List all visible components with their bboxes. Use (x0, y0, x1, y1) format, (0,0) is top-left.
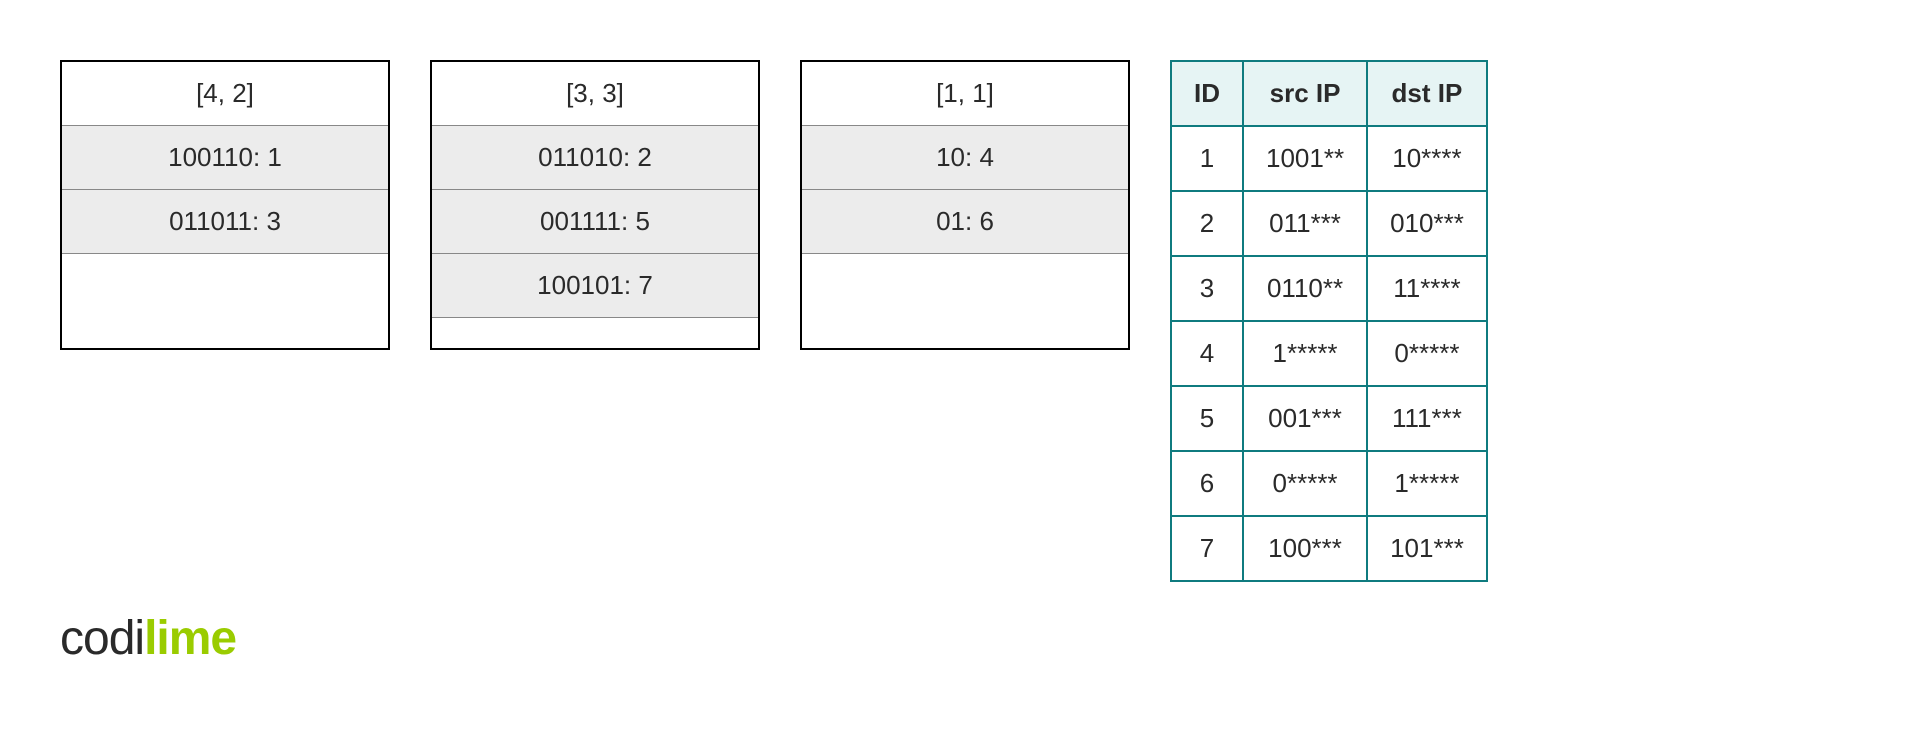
bucket-empty (62, 254, 388, 348)
bucket-row: 011010: 2 (432, 126, 758, 190)
cell-src: 100*** (1243, 516, 1367, 581)
bucket-row: 10: 4 (802, 126, 1128, 190)
table-row: 6 0***** 1***** (1171, 451, 1487, 516)
logo-part2: lime (144, 612, 236, 665)
cell-id: 5 (1171, 386, 1243, 451)
cell-id: 7 (1171, 516, 1243, 581)
table-row: 5 001*** 111*** (1171, 386, 1487, 451)
rules-header-src: src IP (1243, 61, 1367, 126)
bucket-empty (432, 318, 758, 348)
table-row: 2 011*** 010*** (1171, 191, 1487, 256)
cell-id: 3 (1171, 256, 1243, 321)
cell-src: 1***** (1243, 321, 1367, 386)
cell-src: 0110** (1243, 256, 1367, 321)
table-row: 3 0110** 11**** (1171, 256, 1487, 321)
cell-src: 1001** (1243, 126, 1367, 191)
cell-dst: 111*** (1367, 386, 1487, 451)
bucket-row: 100101: 7 (432, 254, 758, 318)
cell-id: 6 (1171, 451, 1243, 516)
codilime-logo: codilime (60, 611, 236, 666)
bucket-header: [1, 1] (802, 62, 1128, 126)
cell-dst: 010*** (1367, 191, 1487, 256)
rules-header-id: ID (1171, 61, 1243, 126)
bucket-3-3: [3, 3] 011010: 2 001111: 5 100101: 7 (430, 60, 760, 350)
table-row: 7 100*** 101*** (1171, 516, 1487, 581)
cell-dst: 1***** (1367, 451, 1487, 516)
cell-dst: 11**** (1367, 256, 1487, 321)
bucket-row: 01: 6 (802, 190, 1128, 254)
rules-table: ID src IP dst IP 1 1001** 10**** 2 011**… (1170, 60, 1488, 582)
cell-dst: 0***** (1367, 321, 1487, 386)
bucket-header: [3, 3] (432, 62, 758, 126)
bucket-row: 100110: 1 (62, 126, 388, 190)
cell-dst: 101*** (1367, 516, 1487, 581)
bucket-row: 001111: 5 (432, 190, 758, 254)
bucket-row: 011011: 3 (62, 190, 388, 254)
bucket-4-2: [4, 2] 100110: 1 011011: 3 (60, 60, 390, 350)
bucket-1-1: [1, 1] 10: 4 01: 6 (800, 60, 1130, 350)
table-row: 4 1***** 0***** (1171, 321, 1487, 386)
cell-src: 011*** (1243, 191, 1367, 256)
table-row: 1 1001** 10**** (1171, 126, 1487, 191)
cell-id: 4 (1171, 321, 1243, 386)
logo-part1: codi (60, 612, 144, 665)
cell-dst: 10**** (1367, 126, 1487, 191)
bucket-empty (802, 254, 1128, 348)
cell-src: 001*** (1243, 386, 1367, 451)
cell-id: 2 (1171, 191, 1243, 256)
cell-id: 1 (1171, 126, 1243, 191)
bucket-header: [4, 2] (62, 62, 388, 126)
rules-header-row: ID src IP dst IP (1171, 61, 1487, 126)
rules-header-dst: dst IP (1367, 61, 1487, 126)
cell-src: 0***** (1243, 451, 1367, 516)
